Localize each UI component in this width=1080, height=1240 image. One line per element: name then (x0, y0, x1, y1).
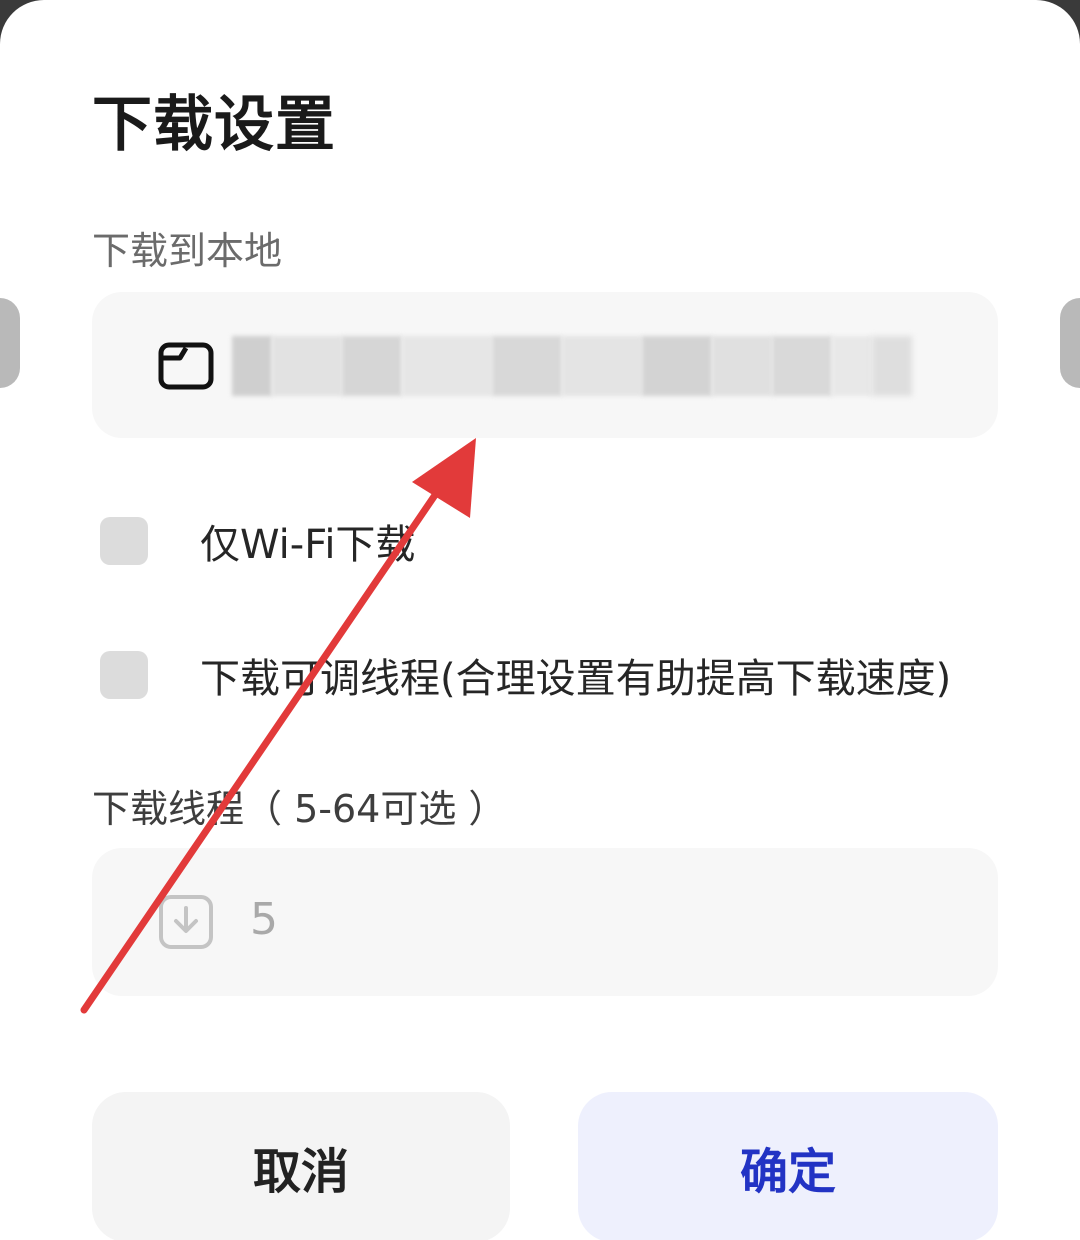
wifi-only-label: 仅Wi-Fi下载 (200, 522, 416, 568)
local-section-label: 下载到本地 (92, 229, 283, 273)
right-edge-handle (1060, 298, 1080, 388)
threads-section-label: 下载线程（ 5-64可选 ） (92, 787, 507, 831)
path-browse-indicator (872, 336, 912, 396)
adjustable-threads-label: 下载可调线程(合理设置有助提高下载速度) (200, 656, 952, 702)
thread-count-input[interactable]: 5 (92, 848, 998, 996)
confirm-button[interactable]: 确定 (578, 1092, 998, 1240)
adjustable-threads-option[interactable]: 下载可调线程(合理设置有助提高下载速度) (100, 646, 951, 704)
wifi-only-option[interactable]: 仅Wi-Fi下载 (100, 512, 415, 570)
wifi-only-checkbox[interactable] (100, 517, 148, 565)
folder-icon (158, 342, 214, 390)
dialog-title: 下载设置 (92, 90, 336, 160)
thread-count-value: 5 (250, 894, 278, 945)
cancel-button[interactable]: 取消 (92, 1092, 510, 1240)
left-edge-handle (0, 298, 20, 388)
adjustable-threads-checkbox[interactable] (100, 651, 148, 699)
download-settings-dialog: 下载设置 下载到本地 仅Wi-Fi下载 下载可调线程(合理设置有助提高下载速度) (0, 0, 1080, 1240)
download-path-value (232, 336, 912, 396)
download-icon (159, 895, 213, 949)
download-path-field[interactable] (92, 292, 998, 438)
